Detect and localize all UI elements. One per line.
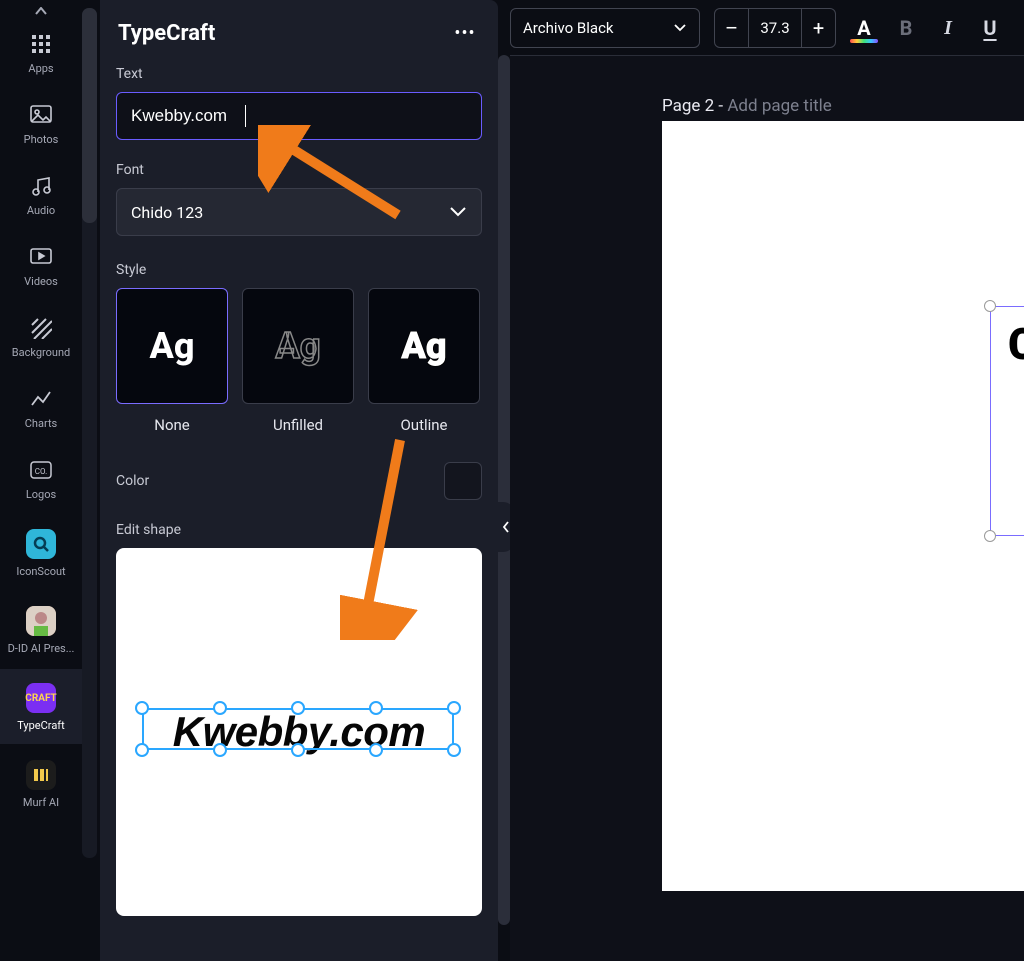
italic-button[interactable]: I — [934, 17, 962, 40]
sidebar-item-label: Logos — [26, 488, 56, 501]
style-option-unfilled[interactable]: Ag Unfilled — [242, 288, 354, 434]
font-size-stepper: – 37.3 + — [714, 8, 836, 48]
chevron-down-icon — [673, 19, 687, 37]
toolbar-font-name: Archivo Black — [523, 19, 614, 37]
sidebar-item-did[interactable]: D-ID AI Pres... — [0, 592, 82, 667]
font-size-minus[interactable]: – — [715, 9, 749, 47]
text-color-button[interactable]: A — [850, 16, 878, 40]
underline-button[interactable]: U — [976, 16, 1004, 40]
sidebar-item-iconscout[interactable]: IconScout — [0, 515, 82, 590]
left-sidebar: Apps Photos Audio Videos Background Char… — [0, 0, 82, 961]
sidebar-item-label: D-ID AI Pres... — [8, 642, 75, 655]
font-select[interactable]: Chido 123 — [116, 188, 482, 236]
style-options: Ag None Ag Unfilled Ag Outline — [116, 288, 482, 434]
page-title-placeholder: Add page title — [727, 96, 831, 116]
panel-scrollbar[interactable] — [498, 55, 510, 925]
page-label[interactable]: Page 2 - Add page title — [662, 96, 832, 116]
toolbar-font-dropdown[interactable]: Archivo Black — [510, 8, 700, 48]
style-option-outline[interactable]: Ag Outline — [368, 288, 480, 434]
more-button[interactable]: ••• — [450, 18, 480, 48]
bold-button[interactable]: B — [892, 16, 920, 40]
typecraft-panel: TypeCraft ••• Text Font Chido 123 Style … — [100, 0, 498, 961]
sidebar-item-label: Videos — [24, 275, 58, 288]
sidebar-item-audio[interactable]: Audio — [0, 160, 82, 229]
shape-handle[interactable] — [135, 701, 149, 715]
style-option-label: Outline — [400, 416, 447, 434]
text-input[interactable] — [116, 92, 482, 140]
shape-handle[interactable] — [135, 743, 149, 757]
avatar-icon — [26, 606, 56, 636]
svg-text:CO.: CO. — [35, 467, 47, 476]
sidebar-item-label: Background — [12, 346, 70, 359]
sidebar-item-label: Charts — [25, 417, 57, 430]
sidebar-item-apps[interactable]: Apps — [0, 18, 82, 87]
canvas-area: Page 2 - Add page title C — [510, 56, 1024, 961]
sidebar-item-photos[interactable]: Photos — [0, 89, 82, 158]
style-label: Style — [116, 262, 482, 278]
style-option-none[interactable]: Ag None — [116, 288, 228, 434]
shape-handle[interactable] — [213, 743, 227, 757]
sidebar-item-label: Audio — [27, 204, 55, 217]
shape-handle[interactable] — [213, 701, 227, 715]
rail-scroll-up[interactable] — [5, 6, 77, 16]
sidebar-item-charts[interactable]: Charts — [0, 373, 82, 442]
image-icon — [29, 103, 53, 127]
hatch-icon — [29, 316, 53, 340]
style-option-label: Unfilled — [273, 416, 323, 434]
selection-handle[interactable] — [984, 300, 996, 312]
sidebar-item-label: IconScout — [16, 565, 65, 578]
edit-shape-label: Edit shape — [116, 522, 482, 538]
sidebar-item-videos[interactable]: Videos — [0, 231, 82, 300]
typecraft-icon: CRAFT — [26, 683, 56, 713]
shape-preview[interactable]: Kwebby.com — [116, 548, 482, 916]
rail-scrollbar-thumb[interactable] — [82, 8, 97, 223]
sidebar-item-murf[interactable]: Murf AI — [0, 746, 82, 821]
shape-handle[interactable] — [447, 701, 461, 715]
iconscout-icon — [26, 529, 56, 559]
sidebar-item-label: TypeCraft — [17, 719, 64, 732]
panel-title: TypeCraft — [118, 21, 215, 46]
color-label: Color — [116, 473, 149, 489]
murf-icon — [26, 760, 56, 790]
text-label: Text — [116, 66, 482, 82]
logo-icon: CO. — [29, 458, 53, 482]
sidebar-item-typecraft[interactable]: CRAFT TypeCraft — [0, 669, 82, 744]
shape-handle[interactable] — [369, 743, 383, 757]
font-size-value[interactable]: 37.3 — [749, 9, 801, 47]
sidebar-item-label: Murf AI — [23, 796, 59, 809]
sidebar-item-label: Apps — [28, 62, 53, 75]
style-option-label: None — [154, 416, 190, 434]
shape-handle[interactable] — [291, 701, 305, 715]
sidebar-item-logos[interactable]: CO. Logos — [0, 444, 82, 513]
shape-handle[interactable] — [369, 701, 383, 715]
grid-icon — [29, 32, 53, 56]
selection-handle[interactable] — [984, 530, 996, 542]
chart-icon — [29, 387, 53, 411]
shape-handle[interactable] — [447, 743, 461, 757]
sidebar-item-background[interactable]: Background — [0, 302, 82, 371]
canvas-text-glyph: C — [1008, 318, 1024, 370]
video-icon — [29, 245, 53, 269]
page-number: Page 2 - — [662, 96, 727, 116]
music-icon — [29, 174, 53, 198]
chevron-down-icon — [449, 203, 467, 222]
font-size-plus[interactable]: + — [801, 9, 835, 47]
color-swatch[interactable] — [444, 462, 482, 500]
canvas-page[interactable] — [662, 121, 1024, 891]
shape-handle[interactable] — [291, 743, 305, 757]
sidebar-item-label: Photos — [24, 133, 59, 146]
font-label: Font — [116, 162, 482, 178]
font-select-value: Chido 123 — [131, 203, 203, 222]
text-toolbar: Archivo Black – 37.3 + A B I U — [510, 0, 1004, 56]
